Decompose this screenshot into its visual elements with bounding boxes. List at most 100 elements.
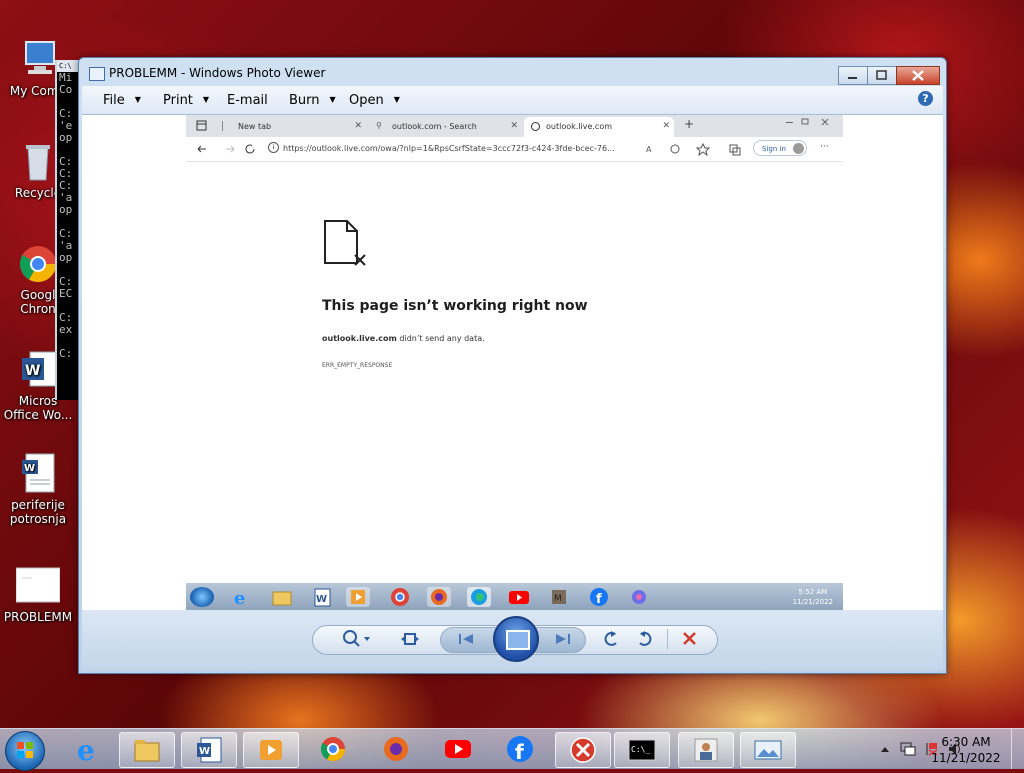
broken-page-icon bbox=[324, 220, 366, 266]
actual-size-button[interactable] bbox=[400, 629, 420, 653]
desktop-icon-periferije-potrosnja[interactable]: W periferije potrosnja bbox=[0, 424, 76, 526]
taskbar-internet-explorer[interactable]: e bbox=[62, 732, 116, 766]
separator bbox=[667, 629, 668, 649]
zoom-icon bbox=[343, 630, 370, 647]
taskbar-facebook[interactable]: f bbox=[493, 732, 547, 766]
desktop-icon-problemm[interactable]: PROBLEMM bbox=[0, 536, 76, 624]
photo-viewer-icon bbox=[754, 740, 782, 760]
toolbar-icons: A bbox=[646, 142, 741, 156]
svg-text:e: e bbox=[77, 736, 95, 762]
menu-print[interactable]: Print ▼ bbox=[163, 93, 209, 108]
image-file-icon bbox=[15, 550, 61, 603]
help-icon[interactable]: ? bbox=[918, 91, 933, 106]
close-tab-icon[interactable]: ✕ bbox=[510, 121, 518, 131]
close-button[interactable] bbox=[896, 66, 940, 85]
taskbar-photo-viewer[interactable] bbox=[740, 732, 796, 768]
terminal-icon: C:\_ bbox=[628, 739, 656, 761]
taskbar-command-prompt[interactable]: C:\_ bbox=[614, 732, 670, 768]
rotate-right-button[interactable] bbox=[635, 629, 655, 653]
copilot-icon bbox=[627, 587, 651, 607]
window-title: PROBLEMM - Windows Photo Viewer bbox=[109, 66, 326, 80]
tab-label: outlook.com - Search bbox=[392, 122, 477, 131]
menu-burn-label: Burn bbox=[289, 93, 320, 108]
title-bar[interactable]: PROBLEMM - Windows Photo Viewer bbox=[87, 64, 938, 84]
taskbar-media-player[interactable] bbox=[243, 732, 299, 768]
rotate-left-button[interactable] bbox=[601, 629, 621, 653]
chrome-icon bbox=[320, 737, 345, 762]
next-button[interactable] bbox=[552, 631, 572, 651]
svg-text:e: e bbox=[234, 588, 245, 607]
menu-print-label: Print bbox=[163, 93, 193, 108]
chevron-down-icon: ▼ bbox=[202, 95, 210, 104]
info-icon[interactable]: i bbox=[268, 142, 279, 153]
previous-button[interactable] bbox=[457, 631, 477, 651]
delete-icon bbox=[683, 632, 696, 645]
displayed-screenshot: New tab ✕ ⚲ outlook.com - Search ✕ outlo… bbox=[186, 115, 843, 610]
tab-label: New tab bbox=[238, 122, 272, 131]
clock-time: 6:30 AM bbox=[941, 735, 991, 749]
word-icon: W bbox=[310, 587, 334, 607]
svg-text:W: W bbox=[25, 363, 40, 379]
firefox-icon bbox=[384, 737, 408, 761]
error-title: This page isn’t working right now bbox=[322, 298, 588, 314]
screenshot-clock-time: 5:52 AM bbox=[798, 588, 828, 596]
word-document-icon: W bbox=[16, 438, 60, 493]
slideshow-button[interactable] bbox=[493, 616, 539, 662]
zoom-button[interactable] bbox=[342, 629, 372, 653]
media-player-icon bbox=[260, 740, 282, 760]
m-app-icon: M bbox=[547, 587, 571, 607]
start-button[interactable] bbox=[5, 731, 45, 771]
chrome-icon bbox=[16, 228, 60, 283]
menu-burn[interactable]: Burn ▼ bbox=[289, 93, 336, 108]
new-tab-plus-icon[interactable]: + bbox=[684, 117, 694, 131]
media-player-icon bbox=[346, 587, 370, 607]
image-canvas[interactable]: New tab ✕ ⚲ outlook.com - Search ✕ outlo… bbox=[82, 115, 943, 610]
menu-file[interactable]: File ▼ bbox=[103, 93, 141, 108]
delete-button[interactable] bbox=[680, 629, 700, 653]
taskbar-error-app[interactable] bbox=[555, 732, 611, 768]
folder-icon bbox=[270, 587, 294, 607]
previous-icon bbox=[459, 634, 473, 644]
close-tab-icon[interactable]: ✕ bbox=[662, 121, 670, 131]
taskbar-file-explorer[interactable] bbox=[119, 732, 175, 768]
command-prompt-window[interactable]: C:\ Mi Co C:'e op C: C: C:'a op C:'a op C: EC C: ex C: bbox=[55, 60, 79, 400]
taskbar-youtube[interactable] bbox=[431, 732, 485, 766]
firefox-icon bbox=[427, 587, 451, 607]
tab-outlook-live[interactable]: outlook.live.com ✕ bbox=[524, 117, 674, 137]
menu-email-label: E-mail bbox=[227, 93, 268, 108]
tab-outlook-search[interactable]: ⚲ outlook.com - Search ✕ bbox=[370, 117, 522, 137]
menu-bar: File ▼ Print ▼ E-mail Burn ▼ Open ▼ ? bbox=[82, 86, 943, 115]
computer-icon bbox=[16, 24, 60, 74]
sign-in-button[interactable]: Sign in bbox=[753, 140, 807, 156]
svg-text:W: W bbox=[316, 594, 327, 605]
next-icon bbox=[556, 634, 570, 644]
minimize-button[interactable] bbox=[838, 66, 868, 85]
maximize-button[interactable] bbox=[867, 66, 897, 85]
youtube-icon bbox=[507, 587, 531, 607]
taskbar-user-app[interactable] bbox=[678, 732, 734, 768]
menu-open[interactable]: Open ▼ bbox=[349, 93, 400, 108]
taskbar-firefox[interactable] bbox=[369, 732, 423, 766]
taskbar-clock[interactable]: 6:30 AM 11/21/2022 bbox=[926, 734, 1006, 766]
photo-viewer-window[interactable]: PROBLEMM - Windows Photo Viewer File ▼ Pr… bbox=[78, 57, 947, 674]
tab-new-tab[interactable]: New tab ✕ bbox=[216, 117, 366, 137]
taskbar-chrome[interactable] bbox=[306, 732, 360, 766]
taskbar: e W f C:\_ 6:30 AM 11/21/2022 bbox=[0, 728, 1024, 771]
rotate-clockwise-icon bbox=[639, 631, 652, 646]
address-input[interactable]: https://outlook.live.com/owa/?nlp=1&RpsC… bbox=[283, 141, 643, 157]
search-icon: ⚲ bbox=[376, 121, 382, 130]
more-options-icon[interactable]: ··· bbox=[820, 142, 829, 152]
menu-email[interactable]: E-mail bbox=[227, 93, 268, 108]
folder-icon bbox=[134, 740, 160, 762]
svg-text:A: A bbox=[646, 145, 652, 154]
menu-open-label: Open bbox=[349, 93, 384, 108]
clock-date: 11/21/2022 bbox=[931, 751, 1001, 765]
maximize-icon bbox=[876, 70, 887, 80]
show-desktop-button[interactable] bbox=[1011, 729, 1024, 769]
fit-window-icon bbox=[401, 633, 419, 645]
tab-label: outlook.live.com bbox=[546, 122, 613, 131]
ie-icon: e bbox=[230, 587, 254, 609]
taskbar-word[interactable]: W bbox=[181, 732, 237, 768]
close-tab-icon[interactable]: ✕ bbox=[354, 121, 362, 131]
chrome-icon bbox=[388, 587, 412, 607]
